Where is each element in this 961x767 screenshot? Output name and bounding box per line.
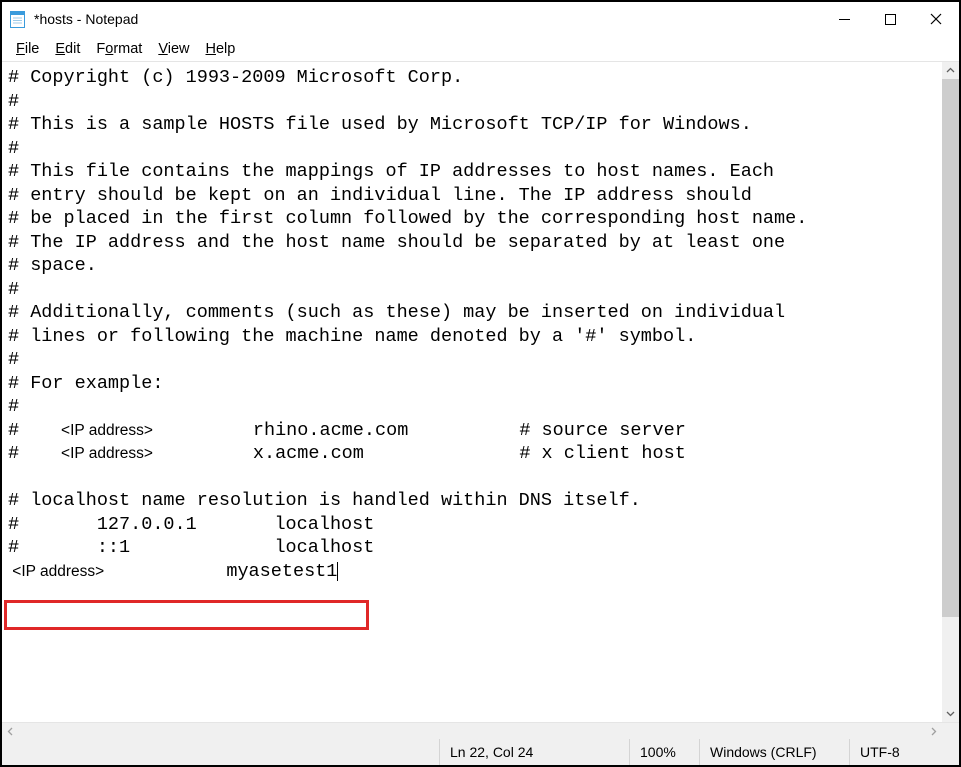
statusbar: Ln 22, Col 24 100% Windows (CRLF) UTF-8 (2, 739, 959, 765)
ip-placeholder: <IP address> (8, 563, 104, 580)
text-line: # (8, 349, 19, 370)
text-cursor (337, 562, 338, 581)
text-line: # The IP address and the host name shoul… (8, 232, 785, 253)
minimize-button[interactable] (821, 2, 867, 36)
text-line: # be placed in the first column followed… (8, 208, 807, 229)
vertical-scrollbar[interactable] (942, 62, 959, 722)
titlebar: *hosts - Notepad (2, 2, 959, 36)
menu-file[interactable]: File (8, 39, 47, 59)
text-line: # This file contains the mappings of IP … (8, 161, 774, 182)
window-controls (821, 2, 959, 36)
menu-edit[interactable]: Edit (47, 39, 88, 59)
annotation-highlight (4, 600, 369, 630)
scroll-left-arrow-icon[interactable] (2, 723, 19, 739)
text-line: # (8, 279, 19, 300)
scroll-down-arrow-icon[interactable] (942, 705, 959, 722)
status-encoding: UTF-8 (849, 739, 959, 765)
status-zoom: 100% (629, 739, 699, 765)
text-line: # For example: (8, 373, 163, 394)
status-filler (2, 739, 439, 765)
text-line: # space. (8, 255, 97, 276)
horizontal-scrollbar[interactable] (2, 722, 959, 739)
text-line: # Copyright (c) 1993-2009 Microsoft Corp… (8, 67, 463, 88)
text-line: # localhost name resolution is handled w… (8, 490, 641, 511)
text-line: # Additionally, comments (such as these)… (8, 302, 785, 323)
vertical-scroll-thumb[interactable] (942, 79, 959, 617)
text-line: # ::1 localhost (8, 537, 374, 558)
scroll-corner (942, 723, 959, 739)
vertical-scroll-track[interactable] (942, 79, 959, 705)
menubar: File Edit Format View Help (2, 36, 959, 62)
editor-area: # Copyright (c) 1993-2009 Microsoft Corp… (2, 62, 959, 722)
status-eol: Windows (CRLF) (699, 739, 849, 765)
notepad-icon (8, 10, 26, 28)
menu-format[interactable]: Format (88, 39, 150, 59)
scroll-right-arrow-icon[interactable] (925, 723, 942, 739)
text-line: # (8, 420, 52, 441)
ip-placeholder: <IP address> (52, 422, 153, 439)
scroll-up-arrow-icon[interactable] (942, 62, 959, 79)
text-line: # (8, 443, 52, 464)
close-button[interactable] (913, 2, 959, 36)
ip-placeholder: <IP address> (52, 445, 153, 462)
window-title: *hosts - Notepad (34, 11, 138, 27)
text-line: # entry should be kept on an individual … (8, 185, 752, 206)
text-line: # (8, 396, 19, 417)
text-line: # (8, 138, 19, 159)
text-line: # (8, 91, 19, 112)
text-line: # 127.0.0.1 localhost (8, 514, 374, 535)
status-position: Ln 22, Col 24 (439, 739, 629, 765)
text-editor[interactable]: # Copyright (c) 1993-2009 Microsoft Corp… (2, 62, 942, 722)
text-line: x.acme.com # x client host (153, 443, 686, 464)
text-line: # This is a sample HOSTS file used by Mi… (8, 114, 752, 135)
horizontal-scroll-track[interactable] (19, 723, 925, 739)
text-line: myasetest1 (104, 561, 337, 582)
menu-view[interactable]: View (150, 39, 197, 59)
text-line: # lines or following the machine name de… (8, 326, 696, 347)
text-line: rhino.acme.com # source server (153, 420, 686, 441)
maximize-button[interactable] (867, 2, 913, 36)
menu-help[interactable]: Help (198, 39, 244, 59)
